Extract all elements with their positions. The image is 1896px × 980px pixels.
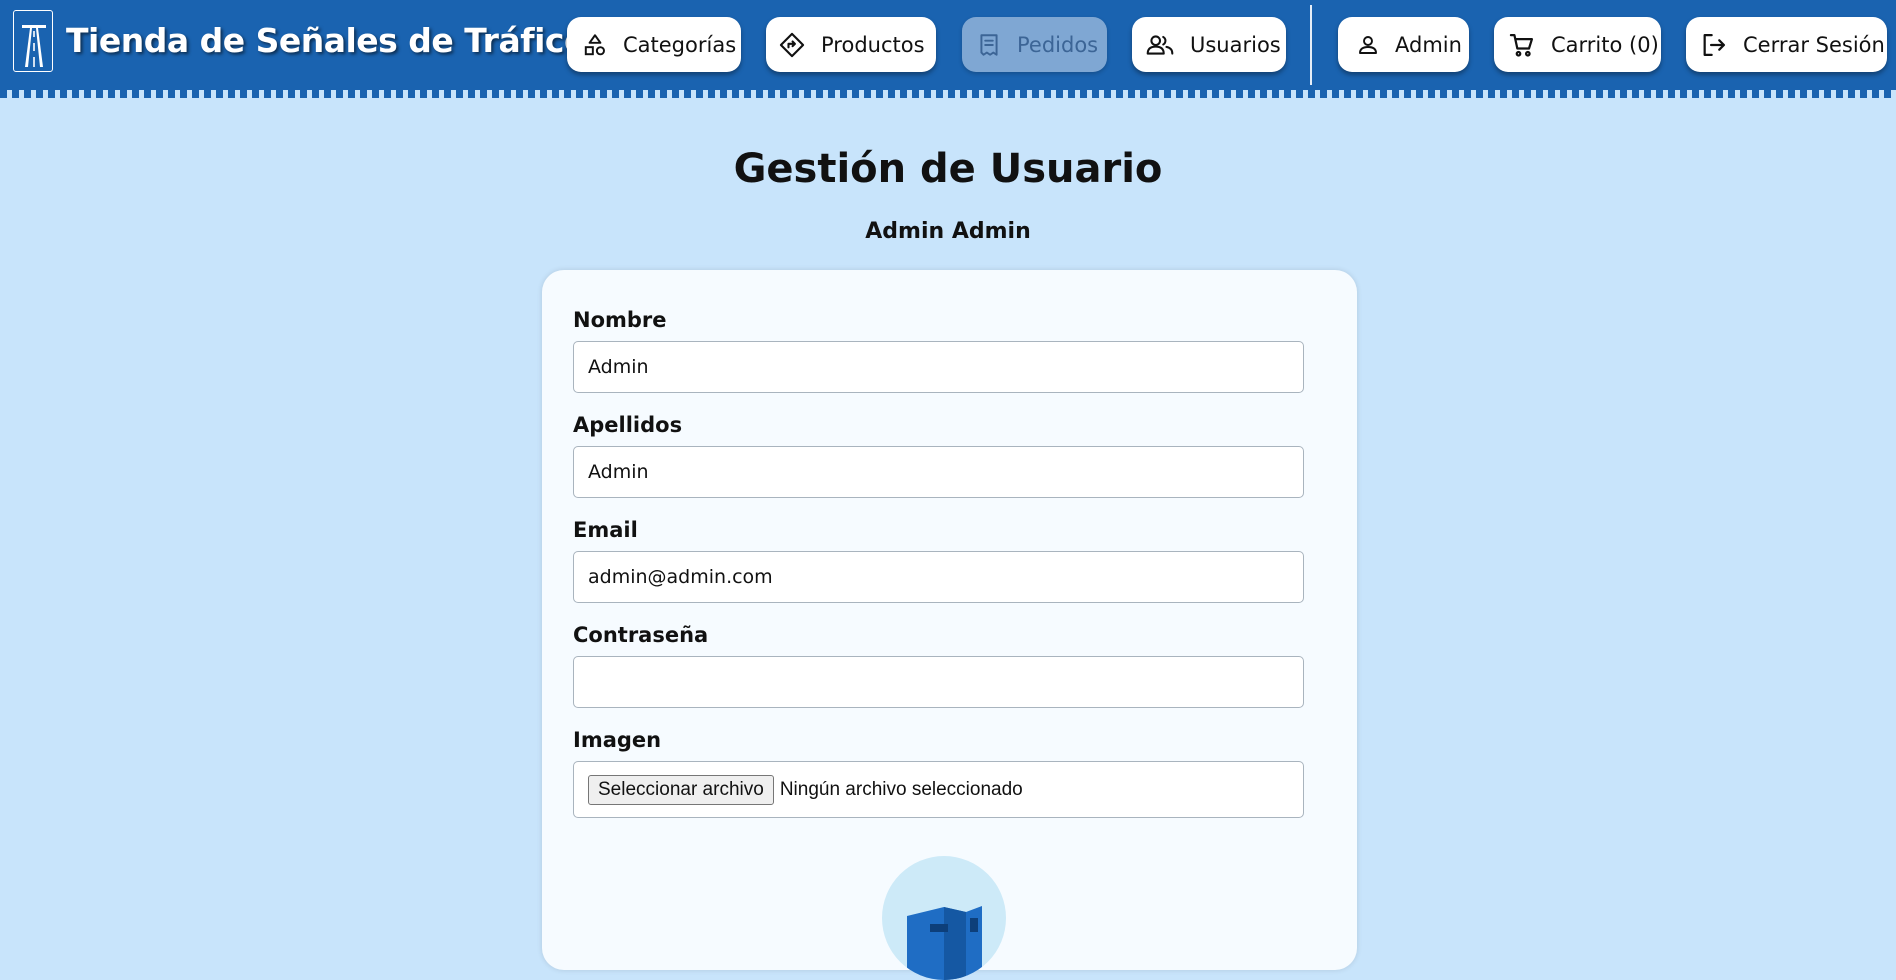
avatar-image [882,856,1006,980]
password-input[interactable] [573,656,1304,708]
imagen-label: Imagen [573,728,662,752]
nombre-input[interactable] [573,341,1304,393]
user-profile-button[interactable]: Admin [1338,17,1469,72]
top-navbar: Tienda de Señales de Tráfico Categorías … [0,0,1896,98]
image-file-input[interactable]: Seleccionar archivo Ningún archivo selec… [573,761,1304,818]
site-title[interactable]: Tienda de Señales de Tráfico [66,21,587,60]
file-status-text: Ningún archivo seleccionado [779,778,1023,800]
nav-button-pedidos: Pedidos [962,17,1107,72]
apellidos-input[interactable] [573,446,1304,498]
cart-button[interactable]: Carrito (0) [1494,17,1661,72]
logout-button[interactable]: Cerrar Sesión [1686,17,1887,72]
nav-label: Categorías [623,32,737,57]
nav-button-productos[interactable]: Productos [766,17,936,72]
highway-sign-icon[interactable] [13,10,53,72]
receipt-icon [980,33,998,56]
users-icon [1146,34,1174,55]
nav-label: Productos [821,32,925,57]
user-icon [1359,35,1377,54]
shapes-icon [584,33,605,55]
logout-icon [1703,33,1726,56]
logout-label: Cerrar Sesión [1743,32,1885,57]
user-full-name: Admin Admin [865,219,1031,244]
apellidos-label: Apellidos [573,413,683,437]
diamond-sign-icon [779,32,805,57]
password-label: Contraseña [573,623,709,647]
user-form-card: Nombre Apellidos Email Contraseña Imagen… [542,270,1357,980]
nav-label: Pedidos [1017,32,1099,57]
nav-button-usuarios[interactable]: Usuarios [1132,17,1286,72]
user-label: Admin [1395,32,1462,57]
nav-label: Usuarios [1190,32,1281,57]
nav-button-categorias[interactable]: Categorías [567,17,741,72]
select-file-button[interactable]: Seleccionar archivo [588,774,774,805]
nombre-label: Nombre [573,308,667,332]
nav-divider [1310,5,1312,85]
email-label: Email [573,518,638,542]
email-input[interactable] [573,551,1304,603]
page-title: Gestión de Usuario [733,146,1163,192]
cart-label: Carrito (0) [1551,32,1659,57]
cart-icon [1509,33,1534,57]
